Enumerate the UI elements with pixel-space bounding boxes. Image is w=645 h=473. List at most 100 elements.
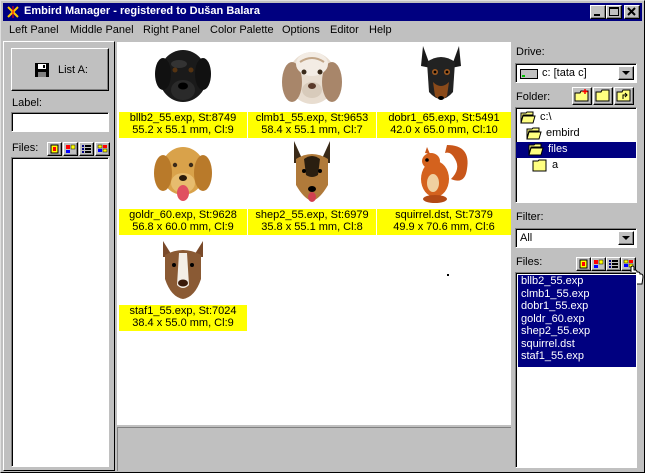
clumber-spaniel-icon <box>282 52 342 104</box>
menu-color-palette[interactable]: Color Palette <box>210 24 274 36</box>
minimize-button[interactable] <box>590 5 606 19</box>
thumbnail-caption: goldr_60.exp, St:9628 56.8 x 60.0 mm, Cl… <box>119 209 247 235</box>
left-view-details-button[interactable] <box>95 142 110 156</box>
folder-tree[interactable]: c:\ embird files a <box>515 107 637 203</box>
thumbnail-details: 38.4 x 55.0 mm, Cl:9 <box>132 317 234 329</box>
thumbnail-details: 58.4 x 55.1 mm, Cl:7 <box>261 124 363 136</box>
drive-select[interactable]: c: [tata c] <box>515 63 637 83</box>
menu-editor[interactable]: Editor <box>330 24 359 36</box>
thumbnail-area[interactable]: bllb2_55.exp, St:8749 55.2 x 55.1 mm, Cl… <box>117 42 511 425</box>
file-item[interactable]: squirrel.dst <box>518 338 636 351</box>
close-icon <box>627 7 636 16</box>
right-view-list-button[interactable] <box>606 257 621 271</box>
thumbnail-item[interactable]: dobr1_65.exp, St:5491 42.0 x 65.0 mm, Cl… <box>377 42 511 152</box>
thumbnail-filename: clmb1_55.exp, St:9653 <box>255 112 369 124</box>
drive-dropdown-arrow[interactable] <box>618 66 634 80</box>
menu-options[interactable]: Options <box>282 24 320 36</box>
filter-select[interactable]: All <box>515 228 637 248</box>
thumbnail-item[interactable]: clmb1_55.exp, St:9653 58.4 x 55.1 mm, Cl… <box>248 42 376 152</box>
list-view-icon <box>82 145 91 153</box>
title-bar[interactable]: Embird Manager - registered to Dušan Bal… <box>3 3 642 21</box>
thumbnail-item[interactable]: goldr_60.exp, St:9628 56.8 x 60.0 mm, Cl… <box>119 139 247 249</box>
thumbnail-item[interactable]: shep2_55.exp, St:6979 35.8 x 55.1 mm, Cl… <box>248 139 376 249</box>
parent-folder-button[interactable] <box>614 87 634 105</box>
file-item[interactable]: shep2_55.exp <box>518 325 636 338</box>
menu-right-panel[interactable]: Right Panel <box>143 24 200 36</box>
small-icons-icon <box>66 144 76 153</box>
golden-retriever-icon <box>154 147 212 201</box>
large-icons-icon <box>579 259 588 269</box>
new-folder-icon <box>574 89 589 102</box>
file-item[interactable]: bllb2_55.exp <box>518 275 636 288</box>
list-a-button[interactable]: List A: <box>11 48 109 91</box>
thumbnail-item[interactable]: staf1_55.exp, St:7024 38.4 x 55.0 mm, Cl… <box>119 235 247 345</box>
small-icons-icon <box>594 259 604 268</box>
thumbnail-details: 56.8 x 60.0 mm, Cl:9 <box>132 221 234 233</box>
german-shepherd-icon <box>294 141 330 202</box>
filter-caption: Filter: <box>516 211 544 223</box>
thumbnail-details: 49.9 x 70.6 mm, Cl:6 <box>393 221 495 233</box>
list-view-icon <box>609 260 618 268</box>
thumbnail-caption: squirrel.dst, St:7379 49.9 x 70.6 mm, Cl… <box>377 209 511 235</box>
file-item[interactable]: dobr1_55.exp <box>518 300 636 313</box>
staffordshire-terrier-icon <box>163 241 203 299</box>
thumbnail-caption: bllb2_55.exp, St:8749 55.2 x 55.1 mm, Cl… <box>119 112 247 138</box>
black-labrador-icon <box>155 50 211 102</box>
filter-value: All <box>520 232 533 244</box>
thumbnail-caption: dobr1_65.exp, St:5491 42.0 x 65.0 mm, Cl… <box>377 112 511 138</box>
label-input[interactable] <box>11 112 109 132</box>
new-folder-button[interactable] <box>572 87 592 105</box>
folder-caption: Folder: <box>516 91 551 103</box>
thumbnail-details: 55.2 x 55.1 mm, Cl:9 <box>132 124 234 136</box>
thumbnail-filename: goldr_60.exp, St:9628 <box>129 209 237 221</box>
folder-label: embird <box>546 127 580 139</box>
thumbnail-item[interactable]: bllb2_55.exp, St:8749 55.2 x 55.1 mm, Cl… <box>119 42 247 152</box>
filter-dropdown-arrow[interactable] <box>618 231 634 245</box>
right-view-small-icons-button[interactable] <box>591 257 606 271</box>
left-view-large-icons-button[interactable] <box>47 142 62 156</box>
center-status-area <box>117 427 511 471</box>
minimize-icon <box>594 14 600 16</box>
folder-item-embird[interactable]: embird <box>526 126 632 142</box>
thumbnail-item[interactable]: squirrel.dst, St:7379 49.9 x 70.6 mm, Cl… <box>377 139 511 249</box>
right-view-large-icons-button[interactable] <box>576 257 591 271</box>
open-folder-icon <box>528 143 544 156</box>
thumbnail-filename: shep2_55.exp, St:6979 <box>255 209 369 221</box>
open-folder-button[interactable] <box>593 87 613 105</box>
file-item[interactable]: goldr_60.exp <box>518 313 636 326</box>
selected-files-block: bllb2_55.exp clmb1_55.exp dobr1_55.exp g… <box>518 275 636 367</box>
left-view-small-icons-button[interactable] <box>63 142 78 156</box>
drive-caption: Drive: <box>516 46 545 58</box>
thumbnail-filename: dobr1_65.exp, St:5491 <box>388 112 500 124</box>
thumbnail-caption: clmb1_55.exp, St:9653 58.4 x 55.1 mm, Cl… <box>248 112 376 138</box>
left-view-list-button[interactable] <box>79 142 94 156</box>
folder-icon <box>532 159 547 172</box>
thumbnail-caption: staf1_55.exp, St:7024 38.4 x 55.0 mm, Cl… <box>119 305 247 331</box>
thumbnail-caption: shep2_55.exp, St:6979 35.8 x 55.1 mm, Cl… <box>248 209 376 235</box>
thumbnail-filename: staf1_55.exp, St:7024 <box>129 305 237 317</box>
embird-app-icon[interactable] <box>6 5 20 19</box>
left-files-list[interactable] <box>11 157 109 467</box>
folder-label: a <box>552 159 559 171</box>
folder-item-files[interactable]: files <box>516 142 636 158</box>
floppy-disk-icon <box>35 63 49 77</box>
folder-item-a[interactable]: a <box>532 158 632 174</box>
right-files-caption: Files: <box>516 256 543 268</box>
right-files-list[interactable]: bllb2_55.exp clmb1_55.exp dobr1_55.exp g… <box>515 272 637 468</box>
menu-middle-panel[interactable]: Middle Panel <box>70 24 134 36</box>
folder-label: files <box>548 143 568 155</box>
menu-left-panel[interactable]: Left Panel <box>9 24 59 36</box>
list-a-label: List A: <box>58 64 88 76</box>
doberman-icon <box>421 46 461 100</box>
folder-item-root[interactable]: c:\ <box>520 110 632 126</box>
drive-value: c: [tata c] <box>542 67 587 79</box>
file-item[interactable]: staf1_55.exp <box>518 350 636 363</box>
close-button[interactable] <box>624 5 640 19</box>
file-item[interactable]: clmb1_55.exp <box>518 288 636 301</box>
open-folder-icon <box>520 111 536 124</box>
menu-help[interactable]: Help <box>369 24 392 36</box>
folder-label: c:\ <box>540 111 552 123</box>
open-folder-icon <box>526 127 542 140</box>
folder-up-icon <box>616 89 631 102</box>
maximize-button[interactable] <box>606 5 622 19</box>
